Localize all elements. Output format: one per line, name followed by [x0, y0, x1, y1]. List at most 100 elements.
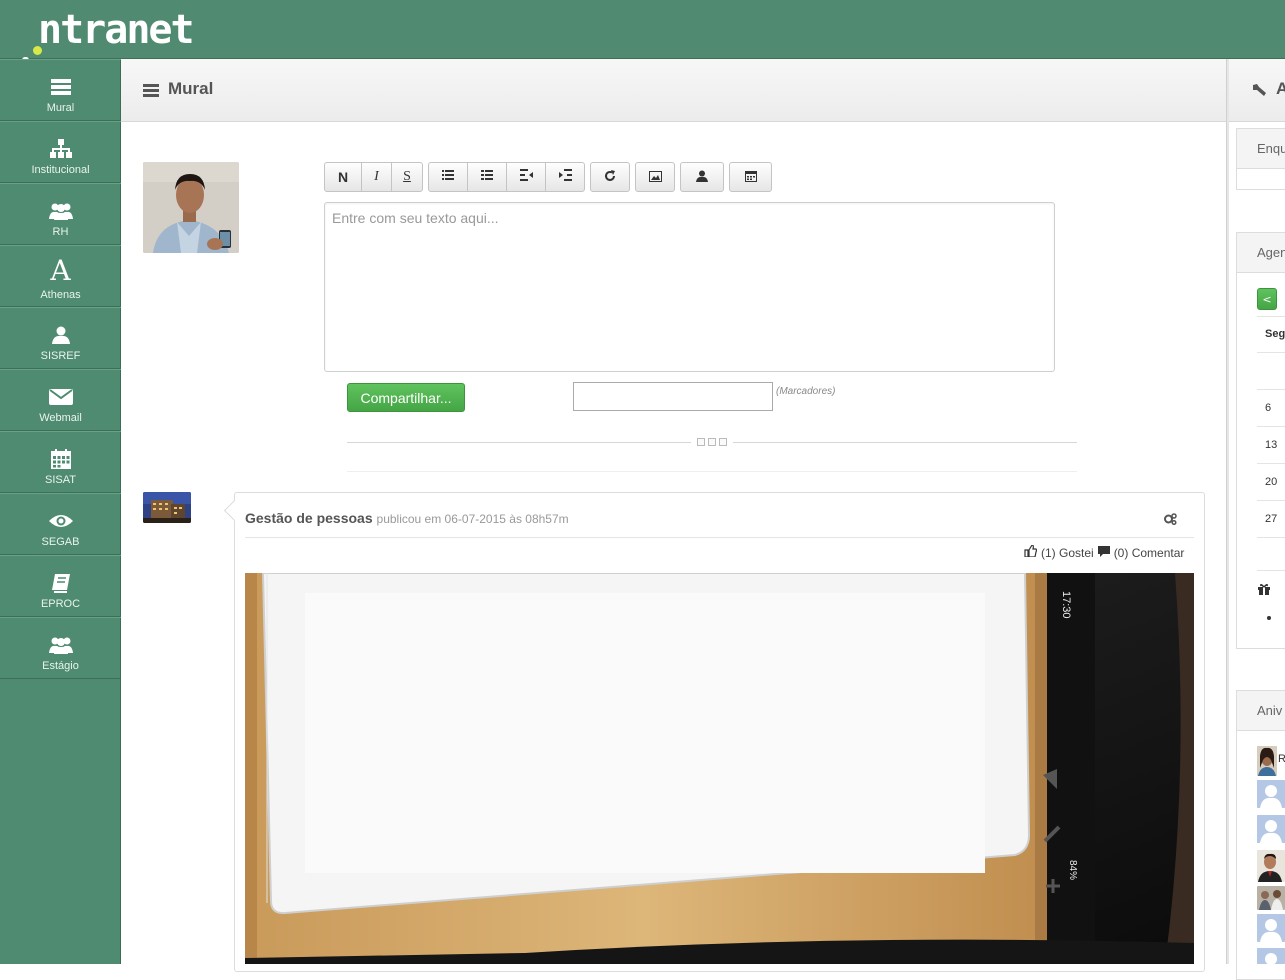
- birthday-avatar[interactable]: [1257, 780, 1285, 808]
- sidebar-item-label: Estágio: [42, 660, 79, 672]
- editor-placeholder: Entre com seu texto aqui...: [332, 210, 499, 226]
- user-icon: [696, 169, 708, 185]
- agenda-panel-title: Agen: [1237, 233, 1285, 273]
- birthday-avatar[interactable]: [1257, 886, 1285, 910]
- calendar-icon: [0, 448, 121, 470]
- birthday-name[interactable]: R: [1278, 753, 1285, 765]
- calendar-day[interactable]: 20: [1265, 476, 1277, 488]
- post-header: Gestão de pessoas publicou em 06-07-2015…: [245, 510, 569, 526]
- outdent-button[interactable]: [506, 162, 546, 192]
- poll-panel-title: Enqu: [1237, 129, 1285, 169]
- sitemap-icon: [0, 138, 121, 160]
- calendar-rule: [1257, 537, 1285, 538]
- post-author[interactable]: Gestão de pessoas: [245, 510, 373, 526]
- sidebar-item-label: Webmail: [39, 412, 82, 424]
- bullet-list-button[interactable]: [428, 162, 468, 192]
- separator-dots: [697, 438, 727, 446]
- logo-text: ntranet: [38, 7, 195, 53]
- comment-link[interactable]: (0) Comentar: [1114, 546, 1185, 560]
- calendar-prev-button[interactable]: <: [1257, 288, 1277, 310]
- gear-icon[interactable]: [1164, 510, 1177, 529]
- sidebar-item-segab[interactable]: SEGAB: [0, 493, 121, 555]
- tags-input[interactable]: [573, 382, 773, 411]
- birthday-avatar[interactable]: [1257, 850, 1285, 882]
- list-icon: [143, 82, 159, 101]
- text-format-group: N I S: [324, 162, 423, 192]
- comment-icon: [1097, 545, 1110, 560]
- birthday-avatar[interactable]: [1257, 914, 1285, 942]
- sidebar-item-label: SISAT: [45, 474, 76, 486]
- calendar-day[interactable]: 6: [1265, 402, 1271, 414]
- list-icon: [0, 76, 121, 98]
- sidebar-item-sisat[interactable]: SISAT: [0, 431, 121, 493]
- insert-image-button[interactable]: [635, 162, 675, 192]
- post-divider: [245, 537, 1194, 538]
- tags-hint: (Marcadores): [776, 386, 836, 397]
- post-image[interactable]: 17:30 84%: [245, 573, 1194, 964]
- calendar-day[interactable]: 27: [1265, 513, 1277, 525]
- gift-icon: [1258, 580, 1270, 599]
- eye-icon: [0, 510, 121, 532]
- sidebar-item-mural[interactable]: Mural: [0, 59, 121, 121]
- calendar-rule: [1257, 316, 1285, 317]
- sidebar-item-label: SISREF: [40, 350, 81, 362]
- redo-button[interactable]: [590, 162, 630, 192]
- sidebar-item-institucional[interactable]: Institucional: [0, 121, 121, 183]
- calendar-rule: [1257, 389, 1285, 390]
- sidebar-item-athenas[interactable]: A Athenas: [0, 245, 121, 307]
- list-format-group: [428, 162, 585, 192]
- post-author-avatar[interactable]: [143, 492, 191, 523]
- numbered-list-button[interactable]: [467, 162, 507, 192]
- poll-panel: Enqu: [1236, 128, 1285, 190]
- birthday-avatar[interactable]: [1257, 815, 1285, 843]
- post-actions: (1) Gostei (0) Comentar: [1024, 544, 1185, 560]
- sidebar-item-label: EPROC: [40, 598, 81, 610]
- birthday-avatar[interactable]: [1257, 948, 1285, 964]
- user-avatar[interactable]: [143, 162, 239, 253]
- birthday-avatar[interactable]: [1257, 746, 1277, 776]
- sidebar-item-label: RH: [52, 226, 69, 238]
- post-editor[interactable]: Entre com seu texto aqui...: [324, 202, 1055, 372]
- calendar-rule: [1257, 570, 1285, 571]
- right-header: A: [1229, 59, 1285, 122]
- book-icon: [0, 572, 121, 594]
- like-link[interactable]: (1) Gostei: [1041, 546, 1094, 560]
- sidebar-item-estagio[interactable]: Estágio: [0, 617, 121, 679]
- calendar-day[interactable]: 13: [1265, 439, 1277, 451]
- insert-event-button[interactable]: [729, 162, 772, 192]
- mention-user-button[interactable]: [680, 162, 724, 192]
- bold-button[interactable]: N: [324, 162, 362, 192]
- calendar-icon: [744, 169, 757, 185]
- indent-icon: [558, 168, 572, 186]
- calendar-rule: [1257, 426, 1285, 427]
- post-meta: publicou em 06-07-2015 às 08h57m: [376, 512, 569, 526]
- list-bullet: [1267, 616, 1271, 620]
- thumbs-up-icon: [1024, 544, 1038, 560]
- calendar-rule: [1257, 463, 1285, 464]
- sidebar-item-sisref[interactable]: SISREF: [0, 307, 121, 369]
- underline-button[interactable]: S: [391, 162, 423, 192]
- birthdays-panel-title: Aniv: [1237, 691, 1285, 731]
- right-header-title: A: [1276, 79, 1285, 98]
- group-icon: [0, 200, 121, 222]
- calendar-rule: [1257, 500, 1285, 501]
- sidebar-item-webmail[interactable]: Webmail: [0, 369, 121, 431]
- share-button[interactable]: Compartilhar...: [347, 383, 465, 412]
- separator-line: [347, 442, 691, 443]
- user-icon: [0, 324, 121, 346]
- sidebar-item-rh[interactable]: RH: [0, 183, 121, 245]
- sidebar-item-label: Athenas: [40, 289, 81, 301]
- separator-line: [347, 471, 1077, 472]
- sidebar-item-label: SEGAB: [41, 536, 80, 548]
- intranet-logo[interactable]: ntranet: [20, 6, 195, 87]
- calendar-rule: [1257, 352, 1285, 353]
- indent-button[interactable]: [545, 162, 585, 192]
- group-icon: [0, 634, 121, 656]
- italic-button[interactable]: I: [361, 162, 392, 192]
- sidebar-item-label: Mural: [46, 102, 75, 114]
- numbered-list-icon: [481, 169, 493, 185]
- outdent-icon: [519, 168, 533, 186]
- envelope-icon: [0, 386, 121, 408]
- redo-icon: [604, 169, 616, 185]
- sidebar-item-eproc[interactable]: EPROC: [0, 555, 121, 617]
